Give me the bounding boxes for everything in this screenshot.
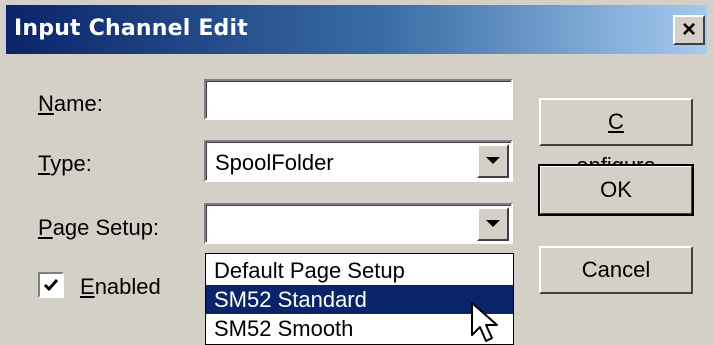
mouse-pointer-icon (471, 302, 498, 342)
configure-button[interactable]: Configure (539, 98, 693, 178)
chevron-down-icon (486, 220, 500, 227)
page-setup-select[interactable] (204, 203, 513, 244)
page-setup-label: Page Setup: (38, 215, 160, 240)
title-bar: Input Channel Edit × (6, 5, 707, 54)
enabled-label[interactable]: Enabled (80, 274, 161, 300)
page-setup-dropdown-button[interactable] (477, 207, 509, 241)
option-sm52-standard[interactable]: SM52 Standard (206, 285, 513, 314)
type-select-value: SpoolFolder (215, 150, 334, 175)
option-sm52-smooth[interactable]: SM52 Smooth (206, 314, 513, 343)
type-dropdown-button[interactable] (477, 144, 509, 178)
close-button[interactable]: × (673, 15, 705, 45)
option-default-page-setup[interactable]: Default Page Setup (206, 256, 513, 285)
checkmark-icon (43, 279, 59, 292)
window-title: Input Channel Edit (14, 16, 248, 41)
name-input[interactable] (204, 79, 513, 120)
type-label: Type: (38, 151, 92, 176)
chevron-down-icon (486, 157, 500, 164)
input-channel-edit-dialog: Input Channel Edit × Name: Type: SpoolFo… (0, 0, 713, 345)
cancel-button[interactable]: Cancel (539, 246, 693, 294)
close-icon: × (681, 16, 696, 43)
ok-button[interactable]: OK (538, 164, 694, 216)
name-label: Name: (38, 91, 103, 116)
enabled-checkbox[interactable] (38, 272, 64, 298)
page-setup-options-list[interactable]: Default Page Setup SM52 Standard SM52 Sm… (205, 253, 514, 345)
type-select[interactable]: SpoolFolder (204, 140, 513, 182)
